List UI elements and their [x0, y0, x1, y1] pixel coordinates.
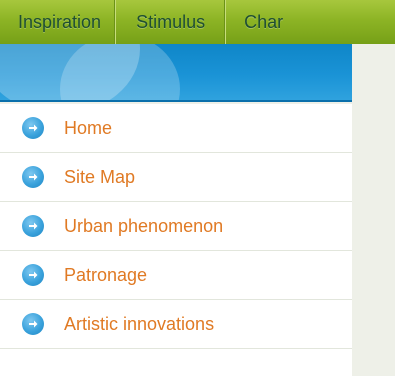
arrow-right-icon [22, 166, 44, 188]
arrow-right-icon [22, 215, 44, 237]
sidebar-item-site-map[interactable]: Site Map [0, 153, 352, 202]
sidebar-item-label[interactable]: Home [64, 118, 112, 139]
sidebar-item-label[interactable]: Artistic innovations [64, 314, 214, 335]
tab-label: Char [244, 11, 284, 32]
tab-label: Inspiration [18, 11, 102, 32]
sidebar-item-patronage[interactable]: Patronage [0, 251, 352, 300]
sidebar-item-home[interactable]: Home [0, 104, 352, 153]
arrow-right-icon [22, 264, 44, 286]
sidebar-item-artistic-innovations[interactable]: Artistic innovations [0, 300, 352, 349]
sidebar-item-label[interactable]: Urban phenomenon [64, 216, 223, 237]
arrow-right-icon [22, 313, 44, 335]
tab-stimulus[interactable]: Stimulus [116, 0, 227, 44]
top-navigation: Inspiration Stimulus Char [0, 0, 395, 44]
banner-decoration [60, 44, 180, 100]
sidebar-item-urban-phenomenon[interactable]: Urban phenomenon [0, 202, 352, 251]
sidebar-menu: Home Site Map Urban phenomenon Patronage… [0, 104, 352, 376]
tab-label: Stimulus [136, 11, 206, 32]
sidebar-banner [0, 44, 352, 102]
tab-char[interactable]: Char [226, 0, 295, 44]
sidebar-item-label[interactable]: Site Map [64, 167, 135, 188]
tab-inspiration[interactable]: Inspiration [0, 0, 117, 44]
page: Inspiration Stimulus Char Home Site Map [0, 0, 395, 376]
arrow-right-icon [22, 117, 44, 139]
sidebar-item-label[interactable]: Patronage [64, 265, 147, 286]
